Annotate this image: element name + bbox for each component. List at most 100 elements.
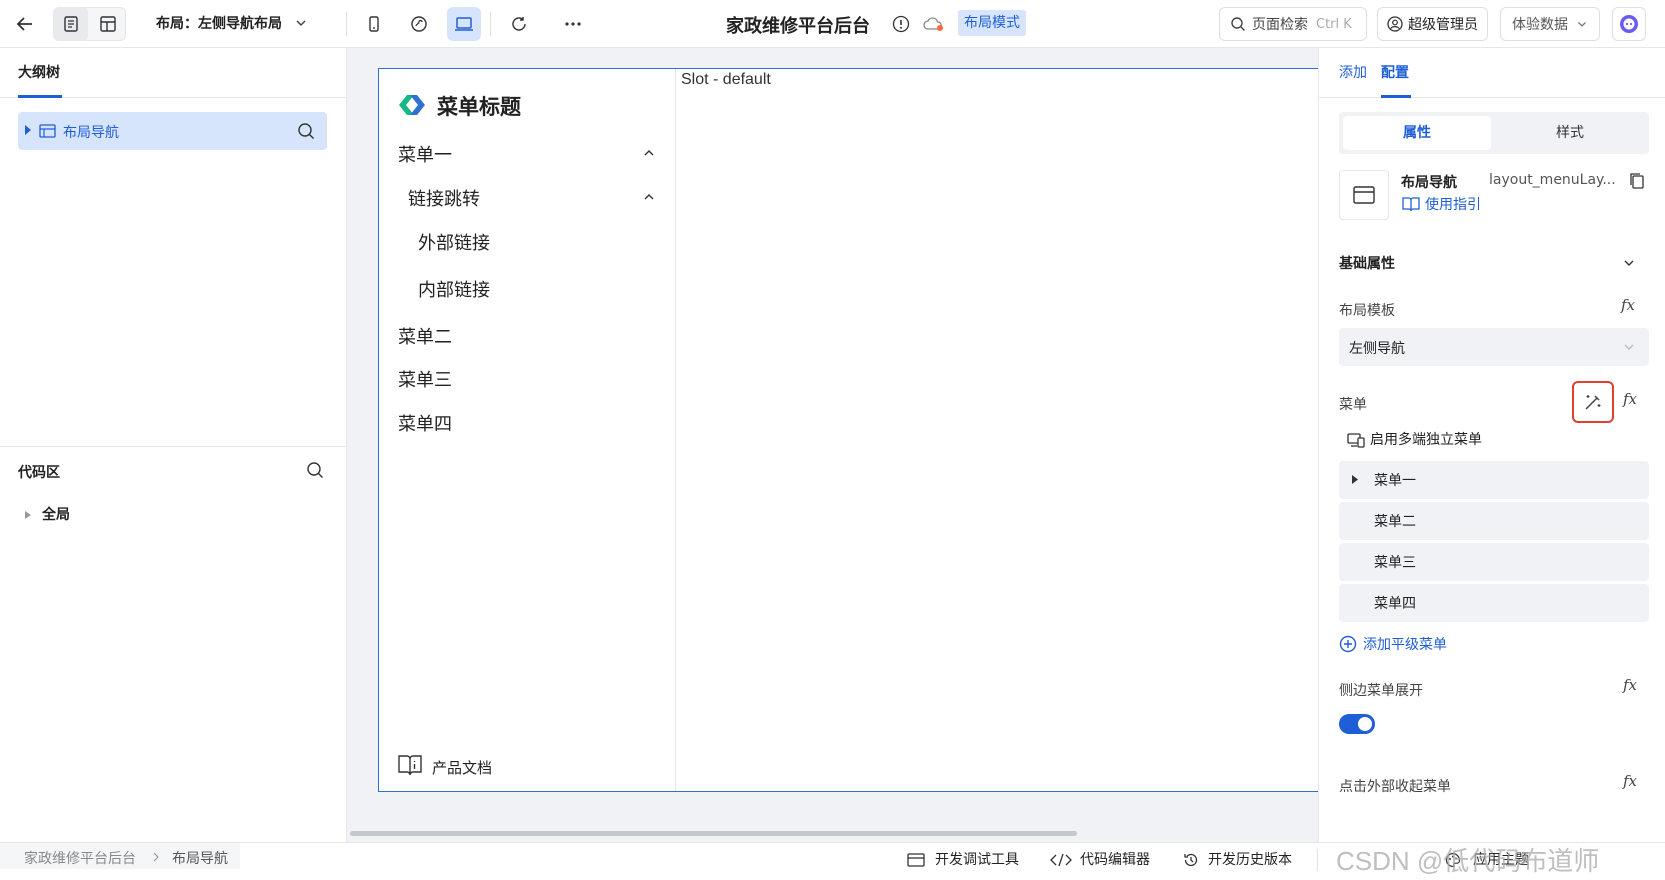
copy-icon[interactable] <box>1629 172 1645 190</box>
fx-icon[interactable]: fx <box>1623 676 1637 694</box>
config-header <box>1319 48 1665 98</box>
chevron-down-icon[interactable] <box>1623 257 1635 269</box>
nav-item-menu-2[interactable]: 菜单二 <box>398 323 452 349</box>
layout-select[interactable]: 布局：左侧导航布局 <box>156 13 308 33</box>
cloud-sync-icon <box>923 15 945 33</box>
code-tree-global[interactable]: 全局 <box>42 504 70 524</box>
component-name: 布局导航 <box>1401 175 1457 191</box>
segment-style[interactable]: 样式 <box>1495 116 1645 150</box>
dev-debug-tool-button[interactable]: 开发调试工具 <box>935 849 1019 869</box>
segment-props[interactable]: 属性 <box>1343 116 1491 150</box>
side-menu: 菜单标题 菜单一 链接跳转 外部链接 内部链接 菜单二 菜单三 菜单四 产品文档 <box>379 69 676 791</box>
nav-item-external-link[interactable]: 外部链接 <box>418 229 490 255</box>
search-icon[interactable] <box>306 461 324 479</box>
history-icon <box>1184 853 1198 867</box>
layout-view-icon[interactable] <box>91 7 125 41</box>
nav-item-menu-1[interactable]: 菜单一 <box>398 141 452 167</box>
magic-wand-icon <box>1585 395 1601 410</box>
search-icon[interactable] <box>297 122 315 140</box>
nav-item-menu-3[interactable]: 菜单三 <box>398 366 452 392</box>
breadcrumb-app[interactable]: 家政维修平台后台 <box>24 848 136 868</box>
tree-node-selected[interactable]: 布局导航 <box>18 112 327 150</box>
menu-list-item-3[interactable]: 菜单三 <box>1339 543 1649 581</box>
book-icon <box>398 755 422 776</box>
bottom-status-bar: 家政维修平台后台 布局导航 开发调试工具 代码编辑器 开发历史版本 应用主题 C… <box>0 842 1665 880</box>
more-icon[interactable] <box>556 7 590 41</box>
sidebar-expand-label: 侧边菜单展开 <box>1339 683 1423 699</box>
component-thumbnail <box>1339 170 1389 220</box>
add-sibling-menu-button[interactable]: 添加平级菜单 <box>1363 634 1447 654</box>
component-id: layout_menuLay... <box>1489 172 1616 188</box>
tree-node-label: 布局导航 <box>63 125 119 141</box>
info-icon[interactable] <box>891 14 911 34</box>
caret-right-icon[interactable] <box>1352 475 1358 484</box>
chevron-down-icon <box>1578 22 1586 27</box>
tab-outline[interactable]: 大纲树 <box>18 62 60 82</box>
user-avatar-icon <box>1387 16 1403 32</box>
magic-wand-button[interactable] <box>1572 381 1614 423</box>
logo-icon <box>399 95 425 115</box>
page-outline-icon[interactable] <box>54 7 88 41</box>
layout-select-label: 布局：左侧导航布局 <box>156 16 282 32</box>
nav-item-menu-4[interactable]: 菜单四 <box>398 410 452 436</box>
fx-icon[interactable]: fx <box>1621 296 1635 314</box>
tab-outline-indicator <box>18 95 62 98</box>
dev-history-button[interactable]: 开发历史版本 <box>1208 849 1292 869</box>
tab-config-indicator <box>1381 95 1411 98</box>
chevron-up-icon[interactable] <box>643 149 655 157</box>
caret-right-icon[interactable] <box>24 125 32 135</box>
fx-icon[interactable]: fx <box>1623 772 1637 790</box>
section-basic-props[interactable]: 基础属性 <box>1339 253 1395 273</box>
layout-frame[interactable]: 菜单标题 菜单一 链接跳转 外部链接 内部链接 菜单二 菜单三 菜单四 产品文档… <box>378 68 1318 792</box>
guide-book-icon <box>1402 197 1420 212</box>
assistant-icon[interactable] <box>1612 7 1646 41</box>
mini-program-icon[interactable] <box>402 7 436 41</box>
layout-template-label: 布局模板 <box>1339 303 1395 319</box>
code-area-title: 代码区 <box>18 465 60 481</box>
tab-add[interactable]: 添加 <box>1339 62 1367 82</box>
add-circle-icon[interactable] <box>1339 635 1357 653</box>
panel-divider <box>0 446 347 447</box>
search-icon <box>1231 17 1245 31</box>
page-search[interactable]: 页面检索 Ctrl K <box>1219 7 1367 41</box>
refresh-icon[interactable] <box>502 7 536 41</box>
desktop-device-icon[interactable] <box>447 7 481 41</box>
right-panel: 添加 配置 属性 样式 布局导航 layout_menuLay... 使用指引 … <box>1318 48 1665 842</box>
data-env-select[interactable]: 体验数据 <box>1500 7 1600 41</box>
back-icon[interactable] <box>8 7 42 41</box>
fx-icon[interactable]: fx <box>1623 390 1637 408</box>
chevron-up-icon[interactable] <box>643 193 655 201</box>
menu-list-item-label: 菜单二 <box>1374 514 1416 530</box>
tab-config[interactable]: 配置 <box>1381 62 1409 82</box>
nav-item-link-jump[interactable]: 链接跳转 <box>408 185 480 211</box>
menu-list-item-2[interactable]: 菜单二 <box>1339 502 1649 540</box>
nav-item-internal-link[interactable]: 内部链接 <box>418 276 490 302</box>
mobile-device-icon[interactable] <box>357 7 391 41</box>
menu-list-item-1[interactable]: 菜单一 <box>1339 461 1649 499</box>
slot-default: Slot - default <box>681 71 771 88</box>
design-canvas: 菜单标题 菜单一 链接跳转 外部链接 内部链接 菜单二 菜单三 菜单四 产品文档… <box>347 48 1318 842</box>
menu-title: 菜单标题 <box>437 95 521 119</box>
horizontal-scrollbar[interactable] <box>347 830 1318 838</box>
multi-menu-toggle[interactable]: 启用多端独立菜单 <box>1370 429 1482 449</box>
layout-template-select[interactable]: 左侧导航 <box>1339 328 1649 366</box>
menu-list-item-label: 菜单一 <box>1374 473 1416 489</box>
sidebar-expand-switch[interactable] <box>1339 714 1375 734</box>
search-shortcut: Ctrl K <box>1316 16 1352 32</box>
menu-label: 菜单 <box>1339 397 1367 413</box>
user-menu[interactable]: 超级管理员 <box>1377 7 1488 41</box>
usage-guide-link[interactable]: 使用指引 <box>1425 194 1481 214</box>
code-icon <box>1050 853 1072 867</box>
scrollbar-thumb[interactable] <box>350 831 1077 836</box>
code-editor-button[interactable]: 代码编辑器 <box>1080 849 1150 869</box>
top-toolbar: 布局：左侧导航布局 家政维修平台后台 布局模式 页面检索 Ctrl K 超级管理… <box>0 0 1665 48</box>
breadcrumb: 家政维修平台后台 布局导航 <box>0 843 240 869</box>
product-docs-link[interactable]: 产品文档 <box>432 757 492 778</box>
multi-device-icon <box>1347 433 1365 448</box>
app-title: 家政维修平台后台 <box>726 16 870 37</box>
debug-tool-icon <box>907 853 925 867</box>
menu-list-item-4[interactable]: 菜单四 <box>1339 584 1649 622</box>
breadcrumb-current[interactable]: 布局导航 <box>172 848 228 868</box>
divider <box>1317 849 1318 871</box>
caret-right-icon[interactable] <box>25 511 31 519</box>
